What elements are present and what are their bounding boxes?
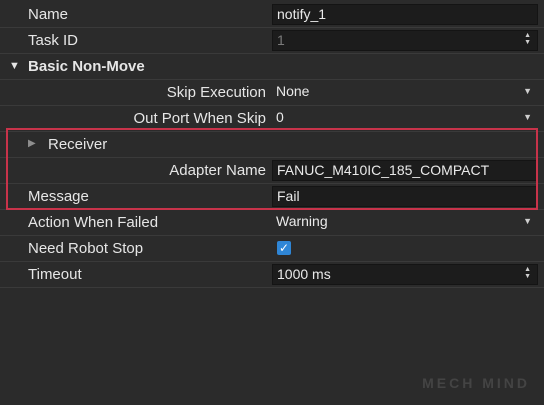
triangle-right-icon[interactable]: ▶: [28, 138, 36, 149]
chevron-down-icon: ▼: [523, 86, 532, 96]
row-skip-execution: Skip Execution None ▼: [0, 80, 544, 106]
need-robot-stop-checkbox[interactable]: ✓: [277, 241, 291, 255]
row-section-basic[interactable]: ▼ Basic Non-Move: [0, 54, 544, 80]
watermark-logo: MECH MIND: [422, 375, 530, 391]
message-input[interactable]: Fail: [272, 186, 538, 207]
receiver-label: Receiver: [48, 136, 108, 153]
spin-arrows-icon[interactable]: ▲ ▼: [524, 266, 531, 280]
row-adapter-name: Adapter Name FANUC_M410IC_185_COMPACT: [0, 158, 544, 184]
row-out-port: Out Port When Skip 0 ▼: [0, 106, 544, 132]
task-id-label: Task ID: [28, 32, 79, 49]
need-robot-stop-label: Need Robot Stop: [28, 240, 144, 257]
row-message: Message Fail: [0, 184, 544, 210]
message-label: Message: [28, 188, 89, 205]
out-port-label: Out Port When Skip: [133, 110, 266, 127]
adapter-name-label: Adapter Name: [169, 162, 266, 179]
skip-execution-value: None: [276, 83, 310, 99]
task-id-value: 1: [277, 32, 285, 48]
skip-execution-label: Skip Execution: [166, 84, 266, 101]
row-task-id: Task ID 1 ▲ ▼: [0, 28, 544, 54]
row-need-robot-stop: Need Robot Stop ✓: [0, 236, 544, 262]
chevron-down-icon: ▼: [523, 216, 532, 226]
row-name: Name notify_1: [0, 2, 544, 28]
spin-arrows-icon: ▲ ▼: [524, 32, 531, 46]
timeout-spinbox[interactable]: 1000 ms ▲ ▼: [272, 264, 538, 285]
out-port-value: 0: [276, 109, 284, 125]
triangle-down-icon[interactable]: ▼: [9, 60, 20, 72]
name-input[interactable]: notify_1: [272, 4, 538, 25]
timeout-value: 1000 ms: [277, 266, 331, 282]
timeout-label: Timeout: [28, 266, 82, 283]
property-panel: Name notify_1 Task ID 1 ▲ ▼ ▼ Basic Non-M…: [0, 0, 544, 405]
out-port-select[interactable]: 0 ▼: [272, 108, 538, 129]
section-title: Basic Non-Move: [28, 58, 145, 75]
action-when-failed-select[interactable]: Warning ▼: [272, 212, 538, 233]
action-when-failed-label: Action When Failed: [28, 214, 159, 231]
chevron-down-icon: ▼: [523, 112, 532, 122]
task-id-spinbox: 1 ▲ ▼: [272, 30, 538, 51]
row-action-when-failed: Action When Failed Warning ▼: [0, 210, 544, 236]
skip-execution-select[interactable]: None ▼: [272, 82, 538, 103]
row-timeout: Timeout 1000 ms ▲ ▼: [0, 262, 544, 288]
name-label: Name: [28, 6, 69, 23]
row-receiver[interactable]: ▶ Receiver: [0, 132, 544, 158]
adapter-name-input[interactable]: FANUC_M410IC_185_COMPACT: [272, 160, 538, 181]
action-when-failed-value: Warning: [276, 213, 328, 229]
